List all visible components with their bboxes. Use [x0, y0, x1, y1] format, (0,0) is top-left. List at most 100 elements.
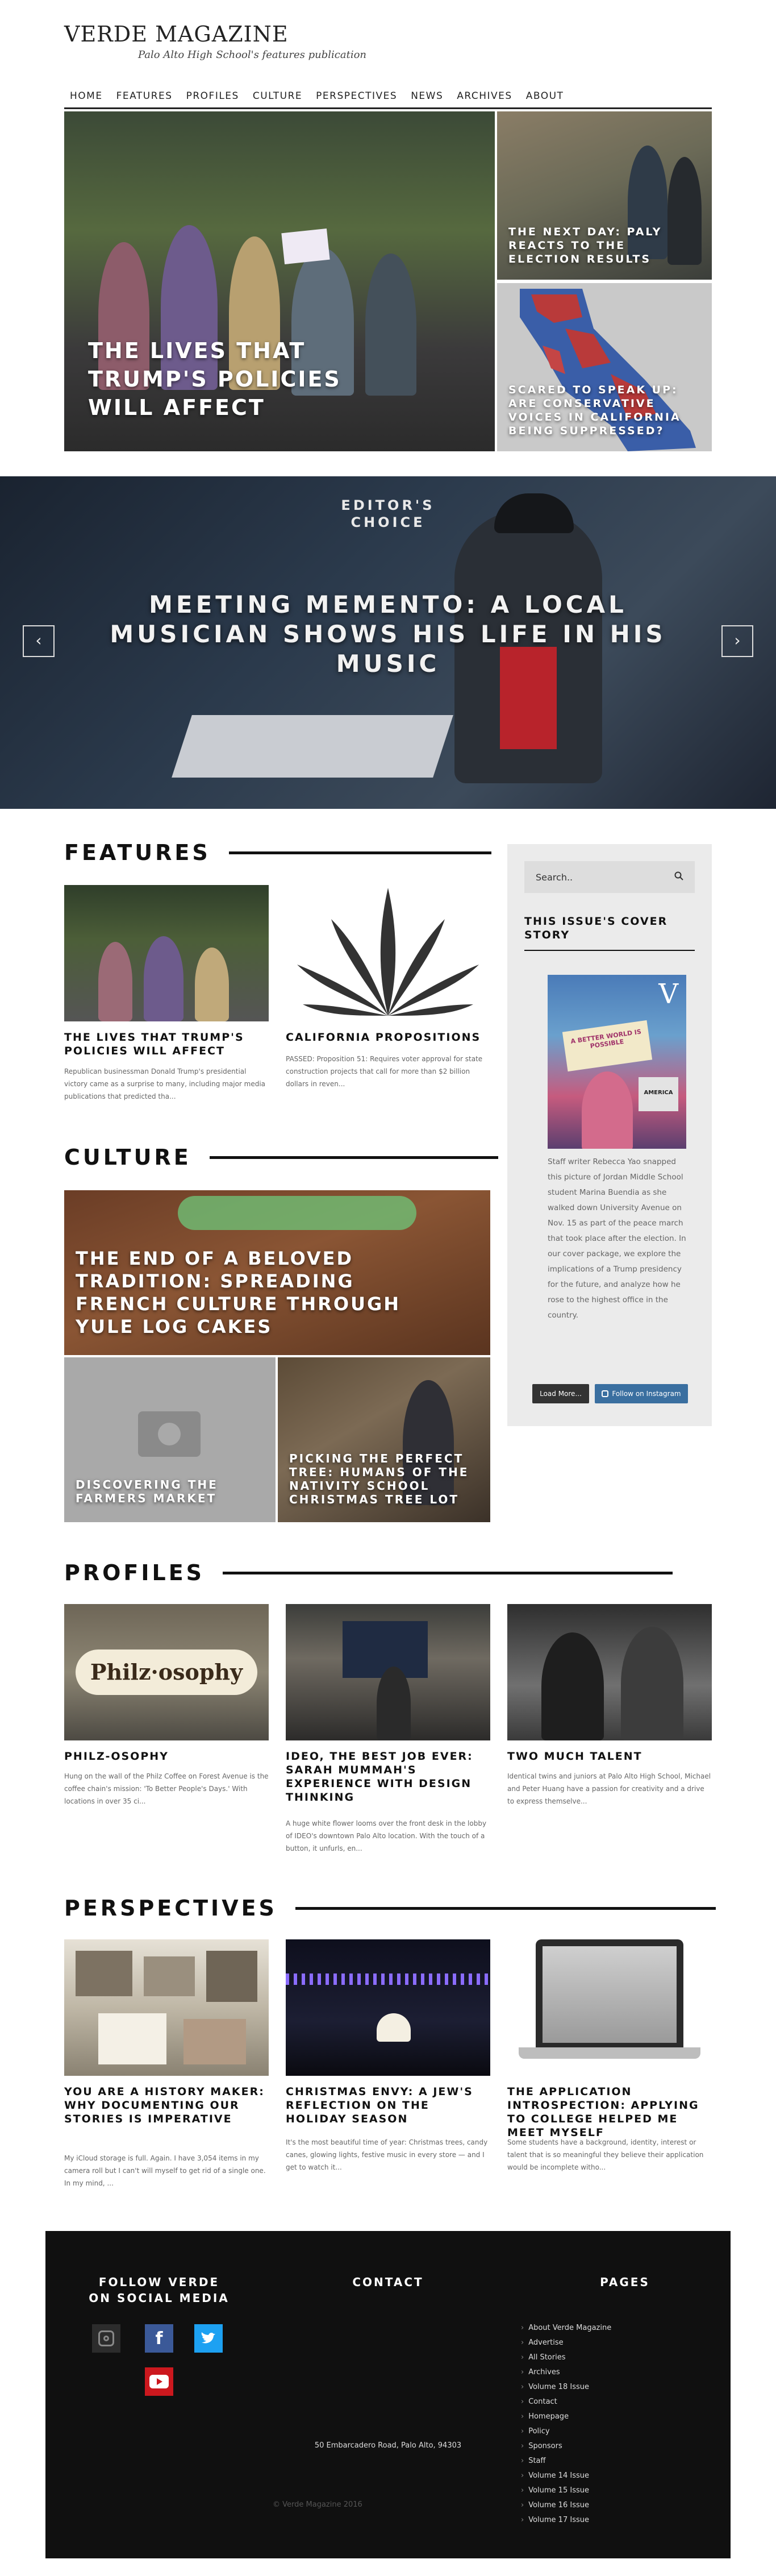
footer-page-link[interactable]: All Stories — [521, 2350, 611, 2365]
cover-sign-america: AMERICA — [639, 1077, 678, 1111]
footer-page-link[interactable]: Volume 18 Issue — [521, 2380, 611, 2395]
footer-page-link[interactable]: Volume 15 Issue — [521, 2483, 611, 2498]
profiles-heading[interactable]: PROFILES — [64, 1560, 205, 1585]
perspectives-heading[interactable]: PERSPECTIVES — [64, 1896, 277, 1921]
footer-pages-list: About Verde Magazine Advertise All Stori… — [521, 2321, 611, 2528]
hero-main-story[interactable]: THE LIVES THAT TRUMP'S POLICIES WILL AFF… — [64, 111, 495, 451]
search-icon[interactable] — [674, 871, 683, 883]
nav-profiles[interactable]: PROFILES — [186, 90, 239, 102]
section-rule — [209, 1156, 498, 1159]
footer-page-link[interactable]: Volume 16 Issue — [521, 2498, 611, 2513]
photo-frame — [98, 2013, 166, 2064]
footer-page-link[interactable]: Homepage — [521, 2409, 611, 2424]
footer-contact-heading: CONTACT — [352, 2275, 424, 2289]
camera-icon — [138, 1411, 201, 1457]
culture-main-title[interactable]: THE END OF A BELOVED TRADITION: SPREADIN… — [76, 1247, 416, 1338]
culture-heading[interactable]: CULTURE — [64, 1145, 191, 1170]
features-card-2-image[interactable] — [286, 885, 490, 1021]
reindeer-light — [377, 2013, 411, 2042]
editors-choice-slider[interactable]: EDITOR'S CHOICE MEETING MEMENTO: A LOCAL… — [0, 476, 776, 809]
cover-masthead: V — [658, 978, 678, 1010]
slider-title[interactable]: MEETING MEMENTO: A LOCAL MUSICIAN SHOWS … — [91, 590, 685, 679]
facebook-icon[interactable]: f — [145, 2324, 173, 2353]
features-card-1-title[interactable]: THE LIVES THAT TRUMP'S POLICIES WILL AFF… — [64, 1031, 269, 1058]
perspectives-card-3-image[interactable] — [507, 1939, 712, 2076]
culture-small-1-title[interactable]: DISCOVERING THE FARMERS MARKET — [76, 1478, 257, 1505]
perspectives-card-3-title[interactable]: THE APPLICATION INTROSPECTION: APPLYING … — [507, 2085, 712, 2139]
section-rule — [295, 1906, 716, 1910]
culture-small-2-title[interactable]: PICKING THE PERFECT TREE: HUMANS OF THE … — [289, 1452, 477, 1506]
site-logo[interactable]: VERDE MAGAZINE — [64, 22, 712, 47]
profiles-card-3-title[interactable]: TWO MUCH TALENT — [507, 1750, 712, 1763]
camera-lens — [158, 1423, 181, 1445]
perspectives-header: PERSPECTIVES — [64, 1896, 716, 1921]
profiles-card-1-title[interactable]: PHILZ-OSOPHY — [64, 1750, 269, 1763]
features-card-2-title[interactable]: CALIFORNIA PROPOSITIONS — [286, 1031, 490, 1044]
footer-page-link[interactable]: Staff — [521, 2454, 611, 2469]
profiles-card-3-image[interactable] — [507, 1604, 712, 1740]
features-heading[interactable]: FEATURES — [64, 840, 211, 865]
features-card-2-excerpt: PASSED: Proposition 51: Requires voter a… — [286, 1055, 483, 1088]
hero-grid: THE LIVES THAT TRUMP'S POLICIES WILL AFF… — [64, 111, 712, 451]
footer-page-link[interactable]: Archives — [521, 2365, 611, 2380]
perspectives-card-2-image[interactable] — [286, 1939, 490, 2076]
footer-page-link[interactable]: About Verde Magazine — [521, 2321, 611, 2336]
profiles-card-2-title[interactable]: IDEO, THE BEST JOB EVER: SARAH MUMMAH'S … — [286, 1750, 490, 1804]
nav-culture[interactable]: CULTURE — [253, 90, 302, 102]
nav-features[interactable]: FEATURES — [116, 90, 173, 102]
profiles-card-1-image[interactable]: Philz·osophy — [64, 1604, 269, 1740]
perspectives-card-1-excerpt: My iCloud storage is full. Again. I have… — [64, 2154, 266, 2187]
hero-side-2-title[interactable]: SCARED TO SPEAK UP: ARE CONSERVATIVE VOI… — [508, 383, 690, 438]
masthead: VERDE MAGAZINE Palo Alto High School's f… — [64, 22, 712, 61]
site-footer: FOLLOW VERDE ON SOCIAL MEDIA CONTACT PAG… — [45, 2231, 731, 2558]
nav-about[interactable]: ABOUT — [526, 90, 564, 102]
perspectives-card-2-title[interactable]: CHRISTMAS ENVY: A JEW'S REFLECTION ON TH… — [286, 2085, 490, 2126]
culture-small-story-2[interactable]: PICKING THE PERFECT TREE: HUMANS OF THE … — [278, 1357, 490, 1522]
nav-archives[interactable]: ARCHIVES — [457, 90, 512, 102]
cover-rule — [524, 950, 695, 951]
slider-prev-button[interactable]: ‹ — [23, 625, 55, 657]
hero-figure — [582, 1071, 633, 1149]
footer-page-link[interactable]: Volume 17 Issue — [521, 2513, 611, 2528]
load-more-button[interactable]: Load More... — [532, 1384, 589, 1403]
hero-side-story-1[interactable]: THE NEXT DAY: PALY REACTS TO THE ELECTIO… — [497, 111, 712, 280]
follow-instagram-label: Follow on Instagram — [612, 1390, 681, 1398]
cover-story-heading: THIS ISSUE'S COVER STORY — [524, 915, 668, 941]
hero-figure — [621, 1627, 683, 1740]
nav-home[interactable]: HOME — [70, 90, 103, 102]
footer-page-link[interactable]: Contact — [521, 2395, 611, 2409]
perspectives-card-1-title[interactable]: YOU ARE A HISTORY MAKER: WHY DOCUMENTING… — [64, 2085, 269, 2126]
follow-instagram-button[interactable]: Follow on Instagram — [595, 1384, 688, 1403]
twitter-icon[interactable] — [194, 2324, 223, 2353]
culture-main-story[interactable]: THE END OF A BELOVED TRADITION: SPREADIN… — [64, 1190, 490, 1355]
nav-perspectives[interactable]: PERSPECTIVES — [316, 90, 397, 102]
hero-side-1-title[interactable]: THE NEXT DAY: PALY REACTS TO THE ELECTIO… — [508, 225, 690, 266]
editors-choice-label: EDITOR'S CHOICE — [341, 497, 435, 530]
instagram-icon[interactable] — [92, 2324, 120, 2353]
laptop-display — [543, 1946, 677, 2043]
nav-news[interactable]: NEWS — [411, 90, 443, 102]
cover-story-image[interactable]: V A BETTER WORLD IS POSSIBLE AMERICA — [548, 975, 686, 1149]
instagram-icon — [602, 1390, 609, 1397]
footer-page-link[interactable]: Policy — [521, 2424, 611, 2439]
hero-main-title[interactable]: THE LIVES THAT TRUMP'S POLICIES WILL AFF… — [88, 336, 406, 422]
christmas-lights — [286, 1973, 490, 1985]
profiles-card-2-excerpt: A huge white flower looms over the front… — [286, 1819, 487, 1852]
footer-page-link[interactable]: Volume 14 Issue — [521, 2469, 611, 2483]
footer-page-link[interactable]: Sponsors — [521, 2439, 611, 2454]
perspectives-card-1-image[interactable] — [64, 1939, 269, 2076]
features-header: FEATURES — [64, 840, 491, 865]
perspectives-card-2-excerpt: It's the most beautiful time of year: Ch… — [286, 2138, 488, 2171]
footer-page-link[interactable]: Advertise — [521, 2336, 611, 2350]
cover-story-description: Staff writer Rebecca Yao snapped this pi… — [548, 1157, 686, 1320]
search-placeholder: Search.. — [536, 871, 573, 883]
profiles-card-3-excerpt: Identical twins and juniors at Palo Alto… — [507, 1772, 711, 1805]
slider-next-button[interactable]: › — [721, 625, 753, 657]
features-card-1-image[interactable] — [64, 885, 269, 1021]
youtube-icon[interactable] — [145, 2367, 173, 2396]
culture-small-story-1[interactable]: DISCOVERING THE FARMERS MARKET — [64, 1357, 276, 1522]
profiles-card-2-image[interactable] — [286, 1604, 490, 1740]
hero-side-story-2[interactable]: SCARED TO SPEAK UP: ARE CONSERVATIVE VOI… — [497, 283, 712, 451]
cap-shape — [494, 493, 574, 533]
search-input[interactable]: Search.. — [524, 861, 695, 893]
